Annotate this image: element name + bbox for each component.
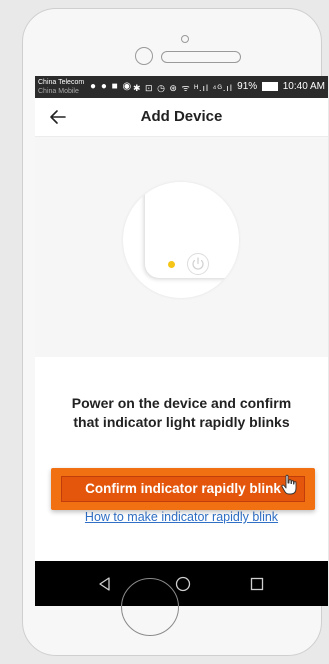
battery-icon <box>261 81 278 91</box>
instruction-text: Power on the device and confirm that ind… <box>35 394 328 432</box>
android-nav-bar <box>35 561 328 606</box>
carrier-secondary: China Mobile <box>38 88 79 95</box>
app-header: Add Device <box>35 98 328 137</box>
phone-home-button[interactable] <box>121 578 179 636</box>
earpiece-speaker <box>161 51 241 63</box>
hand-cursor-icon <box>281 474 297 495</box>
carrier-info: China Telecom China Mobile <box>38 78 84 96</box>
confirm-button-label: Confirm indicator rapidly blink <box>85 481 281 496</box>
power-icon <box>187 253 209 275</box>
battery-percent: 91% <box>237 81 258 92</box>
device-illustration <box>123 182 239 298</box>
indicator-light <box>168 261 175 268</box>
nav-recents-icon[interactable] <box>247 574 267 594</box>
instruction-line-1: Power on the device and confirm <box>71 395 292 411</box>
status-right: 91% 10:40 AM <box>237 81 325 92</box>
status-time: 10:40 AM <box>282 81 325 92</box>
proximity-sensor <box>135 47 153 65</box>
nav-back-icon[interactable] <box>95 574 115 594</box>
signal-icons: ✱ ⊡ ◷ ⊛ ᯤ ᴴ.ıl ⁴ᴳ.ıl <box>133 83 233 93</box>
device-illustration-area <box>35 137 328 357</box>
nav-home-icon[interactable] <box>173 574 193 594</box>
front-camera <box>181 35 189 43</box>
status-bar: China Telecom China Mobile ● ● ■ ◉ ✱ ⊡ ◷… <box>35 76 328 98</box>
carrier-primary: China Telecom <box>38 79 85 86</box>
rapid-blink-help-link[interactable]: How to make indicator rapidly blink <box>35 510 328 524</box>
notification-icons: ● ● ■ ◉ <box>90 81 133 92</box>
confirm-blink-button[interactable]: Confirm indicator rapidly blink <box>51 468 315 510</box>
app-screen: China Telecom China Mobile ● ● ■ ◉ ✱ ⊡ ◷… <box>35 76 328 606</box>
page-title: Add Device <box>140 108 223 125</box>
instruction-line-2: that indicator light rapidly blinks <box>73 414 290 430</box>
